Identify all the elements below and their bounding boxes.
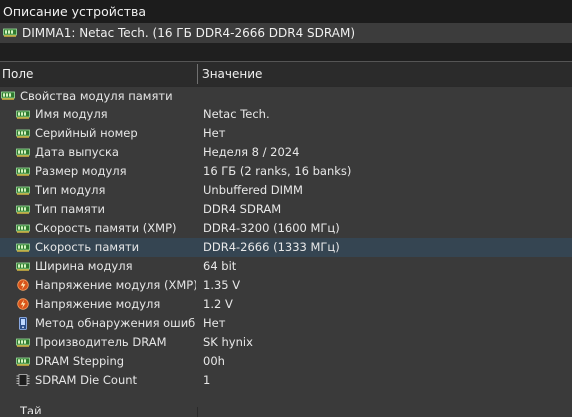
property-row[interactable]: Метод обнаружения ошиб... Нет xyxy=(0,314,572,333)
memory-module-icon xyxy=(16,205,30,215)
property-label: Ширина модуля xyxy=(35,259,133,273)
property-row[interactable]: Дата выпуска Неделя 8 / 2024 xyxy=(0,143,572,162)
memory-module-icon xyxy=(16,243,30,253)
voltage-icon xyxy=(16,279,30,292)
voltage-icon xyxy=(16,298,30,311)
memory-module-icon xyxy=(16,338,30,348)
property-value: Unbuffered DIMM xyxy=(203,183,303,197)
property-row[interactable]: Напряжение модуля 1.2 V xyxy=(0,295,572,314)
property-label: Дата выпуска xyxy=(35,145,119,159)
device-label: DIMMA1: Netac Tech. (16 ГБ DDR4-2666 DDR… xyxy=(22,26,356,40)
group-row-memory-module-properties[interactable]: Свойства модуля памяти xyxy=(0,87,572,105)
property-value: DDR4 SDRAM xyxy=(203,202,282,216)
property-label: Размер модуля xyxy=(35,164,127,178)
column-separator xyxy=(197,407,198,417)
memory-module-icon xyxy=(16,148,30,158)
property-row[interactable]: Тип памяти DDR4 SDRAM xyxy=(0,200,572,219)
property-row[interactable]: Скорость памяти (XMP) DDR4-3200 (1600 МГц… xyxy=(0,219,572,238)
device-selector-row[interactable]: DIMMA1: Netac Tech. (16 ГБ DDR4-2666 DDR… xyxy=(0,23,572,43)
memory-module-icon xyxy=(16,262,30,272)
property-label: Напряжение модуля xyxy=(35,297,161,311)
memory-module-icon xyxy=(16,167,30,177)
property-value: Неделя 8 / 2024 xyxy=(203,145,300,159)
property-value: Нет xyxy=(203,316,226,330)
column-header-field[interactable]: Поле xyxy=(2,62,33,86)
column-header-value[interactable]: Значение xyxy=(202,62,262,86)
property-label: Скорость памяти (XMP) xyxy=(35,221,177,235)
property-row[interactable]: Производитель DRAM SK hynix xyxy=(0,333,572,352)
next-group-row: Тай xyxy=(0,404,572,417)
property-row[interactable]: Размер модуля 16 ГБ (2 ranks, 16 banks) xyxy=(0,162,572,181)
property-label: Скорость памяти xyxy=(35,240,140,254)
property-label: Тип памяти xyxy=(35,202,106,216)
property-value: 64 bit xyxy=(203,259,237,273)
memory-module-icon xyxy=(16,110,30,120)
next-group-label: Тай xyxy=(20,404,42,414)
column-separator[interactable] xyxy=(197,64,198,84)
property-row[interactable]: Ширина модуля 64 bit xyxy=(0,257,572,276)
property-label: Тип модуля xyxy=(35,183,106,197)
property-row[interactable]: Напряжение модуля (XMP) 1.35 V xyxy=(0,276,572,295)
property-row[interactable]: Имя модуля Netac Tech. xyxy=(0,105,572,124)
property-label: Серийный номер xyxy=(35,126,138,140)
property-label: Имя модуля xyxy=(35,107,108,121)
device-icon xyxy=(16,317,30,330)
memory-module-icon xyxy=(16,129,30,139)
property-value: 1 xyxy=(203,373,211,387)
property-row[interactable]: Серийный номер Нет xyxy=(0,124,572,143)
property-list: Свойства модуля памяти Имя модуля Netac T… xyxy=(0,87,572,390)
memory-module-icon xyxy=(1,91,15,101)
property-label: Производитель DRAM xyxy=(35,335,167,349)
memory-module-icon xyxy=(16,186,30,196)
chip-icon xyxy=(16,374,30,387)
panel-divider xyxy=(0,43,572,61)
property-value: 1.2 V xyxy=(203,297,233,311)
device-description-title: Описание устройства xyxy=(3,4,147,19)
property-label: Метод обнаружения ошиб... xyxy=(35,316,196,330)
column-header: Поле Значение xyxy=(0,61,572,87)
property-value: SK hynix xyxy=(203,335,253,349)
property-value: Netac Tech. xyxy=(203,107,270,121)
memory-module-icon xyxy=(16,224,30,234)
property-row[interactable]: Скорость памяти DDR4-2666 (1333 МГц) xyxy=(0,238,572,257)
memory-module-icon xyxy=(3,28,17,38)
property-row[interactable]: DRAM Stepping 00h xyxy=(0,352,572,371)
property-row[interactable]: Тип модуля Unbuffered DIMM xyxy=(0,181,572,200)
memory-module-icon xyxy=(16,357,30,367)
property-value: DDR4-3200 (1600 МГц) xyxy=(203,221,340,235)
property-value: 1.35 V xyxy=(203,278,241,292)
property-row[interactable]: SDRAM Die Count 1 xyxy=(0,371,572,390)
property-value: 00h xyxy=(203,354,225,368)
property-value: DDR4-2666 (1333 МГц) xyxy=(203,240,340,254)
property-value: Нет xyxy=(203,126,226,140)
property-label: Напряжение модуля (XMP) xyxy=(35,278,196,292)
property-value: 16 ГБ (2 ranks, 16 banks) xyxy=(203,164,352,178)
group-label: Свойства модуля памяти xyxy=(20,89,173,103)
property-label: DRAM Stepping xyxy=(35,354,125,368)
property-label: SDRAM Die Count xyxy=(35,373,138,387)
device-description-header: Описание устройства xyxy=(0,0,572,23)
